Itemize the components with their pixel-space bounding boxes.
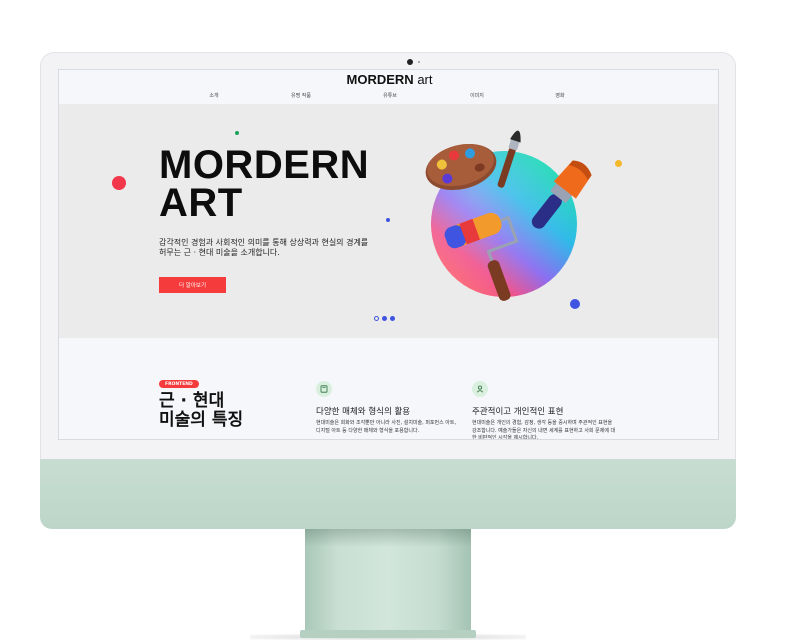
green-dot-decoration [235, 131, 239, 135]
nav-item-intro[interactable]: 소개 [209, 92, 218, 99]
feature-desc-expression: 현대미술은 개인의 경험, 감정, 생각 등을 중시하며 주관적인 표현을 강조… [472, 420, 616, 440]
camera-sensor [418, 61, 420, 63]
feature-title-expression: 주관적이고 개인적인 표현 [472, 407, 564, 417]
hero-desc-line2: 허무는 근 · 현대 미술을 소개합니다. [159, 248, 280, 257]
hero-section: MORDERN ART 감각적인 경험과 사회적인 의미를 통해 상상력과 현실… [59, 104, 718, 338]
hero-description: 감각적인 경험과 사회적인 의미를 통해 상상력과 현실의 경계를 허무는 근 … [159, 238, 409, 258]
slide-pager [374, 316, 395, 321]
pager-dot-1[interactable] [374, 316, 379, 321]
red-dot-decoration [112, 176, 126, 190]
main-nav: 소개 유명 작품 유튜브 이미지 영화 [59, 92, 718, 102]
hero-desc-line1: 감각적인 경험과 사회적인 의미를 통해 상상력과 현실의 경계를 [159, 238, 369, 247]
stand-shadow [305, 529, 471, 547]
pager-dot-3[interactable] [390, 316, 395, 321]
feature-title-media: 다양한 매체와 형식의 활용 [316, 407, 411, 417]
features-section: FRONTEND 근 · 현대 미술의 특징 다양한 매체와 형식의 활용 현대… [59, 338, 718, 440]
hero-title-line2: ART [159, 181, 243, 225]
nav-item-images[interactable]: 이미지 [470, 92, 484, 99]
book-icon [316, 381, 332, 397]
nav-item-famous-works[interactable]: 유명 작품 [291, 92, 311, 99]
frontend-badge: FRONTEND [159, 380, 199, 388]
person-icon [472, 381, 488, 397]
hero-title-line1: MORDERN [159, 143, 370, 187]
blue-orbit-dot [570, 299, 580, 309]
pager-dot-2[interactable] [382, 316, 387, 321]
features-title: 근 · 현대 미술의 특징 [159, 392, 269, 430]
learn-more-button[interactable]: 더 알아보기 [159, 277, 226, 293]
camera-icon [407, 59, 413, 65]
site-header: MORDERN art 소개 유명 작품 유튜브 이미지 영화 [59, 70, 718, 104]
website-screen: MORDERN art 소개 유명 작품 유튜브 이미지 영화 MORDERN … [58, 69, 719, 440]
features-title-line1: 근 · 현대 [159, 391, 225, 411]
hero-title: MORDERN ART [159, 143, 370, 225]
feature-desc-media: 현대미술은 회화와 조각뿐만 아니라 사진, 설치미술, 퍼포먼스 아트, 디지… [316, 420, 457, 434]
nav-item-youtube[interactable]: 유튜브 [383, 92, 397, 99]
features-title-line2: 미술의 특징 [159, 410, 244, 430]
logo-bold: MORDERN [346, 72, 414, 87]
nav-item-movies[interactable]: 영화 [555, 92, 564, 99]
imac-stand-base [300, 630, 476, 638]
blue-dot-decoration [386, 218, 390, 222]
imac-chin [40, 459, 736, 529]
art-tools-illustration [425, 130, 592, 309]
site-logo[interactable]: MORDERN art [59, 72, 718, 87]
logo-light: art [417, 72, 433, 87]
